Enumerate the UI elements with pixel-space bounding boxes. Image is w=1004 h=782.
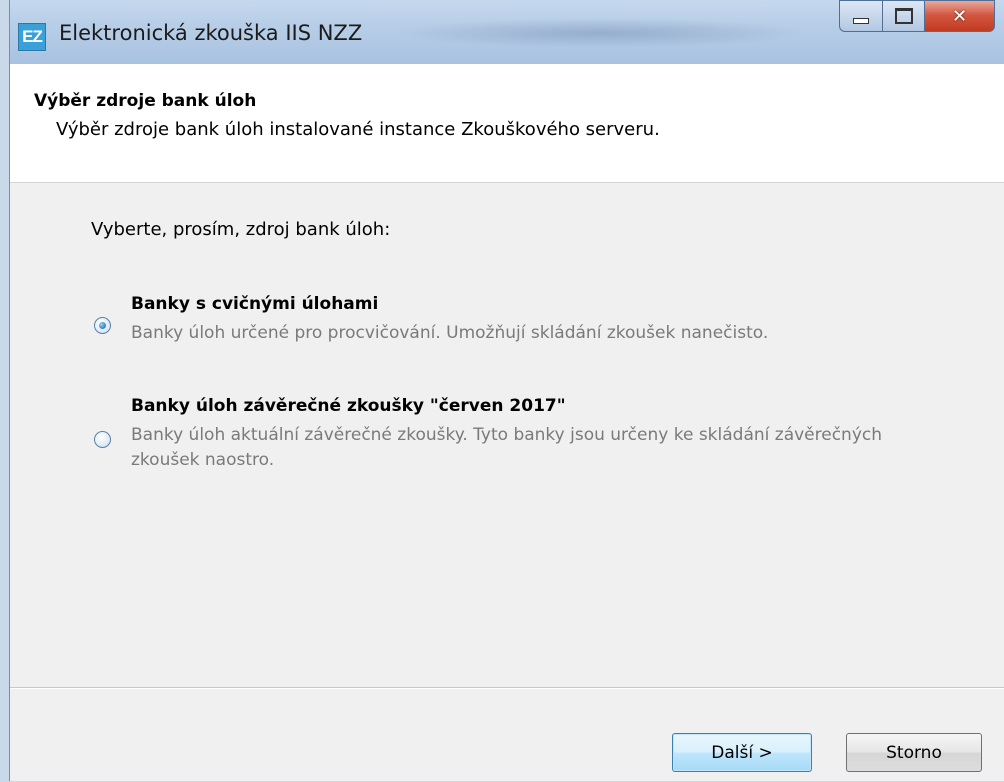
minimize-icon bbox=[853, 18, 869, 24]
selection-prompt: Vyberte, prosím, zdroj bank úloh: bbox=[91, 219, 391, 240]
title-bar[interactable]: EZ Elektronická zkouška IIS NZZ ✕ bbox=[10, 0, 1004, 64]
dialog-content: Výběr zdroje bank úloh Výběr zdroje bank… bbox=[10, 64, 1004, 781]
radio-practice-banks[interactable] bbox=[94, 317, 111, 334]
page-title: Výběr zdroje bank úloh bbox=[34, 91, 257, 111]
title-bar-background-blur bbox=[390, 18, 810, 48]
window-title: Elektronická zkouška IIS NZZ bbox=[59, 21, 363, 45]
maximize-button[interactable] bbox=[883, 0, 925, 32]
close-icon: ✕ bbox=[951, 5, 968, 27]
close-button[interactable]: ✕ bbox=[925, 0, 995, 32]
radio-final-exam-banks[interactable] bbox=[94, 431, 111, 448]
option-label[interactable]: Banky úloh závěrečné zkoušky "červen 201… bbox=[131, 396, 566, 416]
caption-buttons: ✕ bbox=[839, 0, 995, 34]
option-description: Banky úloh aktuální závěrečné zkoušky. T… bbox=[131, 425, 883, 470]
option-label[interactable]: Banky s cvičnými úlohami bbox=[131, 294, 378, 314]
maximize-icon bbox=[894, 8, 913, 24]
next-button[interactable]: Další > bbox=[672, 733, 812, 772]
minimize-button[interactable] bbox=[839, 0, 883, 32]
app-icon: EZ bbox=[18, 23, 46, 51]
option-description: Banky úloh určené pro procvičování. Umož… bbox=[131, 323, 769, 343]
wizard-footer: Další > Storno bbox=[10, 687, 1004, 782]
page-subtitle: Výběr zdroje bank úloh instalované insta… bbox=[56, 119, 660, 140]
cancel-button[interactable]: Storno bbox=[846, 733, 982, 772]
wizard-header: Výběr zdroje bank úloh Výběr zdroje bank… bbox=[10, 64, 1004, 183]
dialog-window: EZ Elektronická zkouška IIS NZZ ✕ Výběr … bbox=[9, 0, 1004, 781]
wizard-body: Vyberte, prosím, zdroj bank úloh: Banky … bbox=[10, 183, 1004, 687]
